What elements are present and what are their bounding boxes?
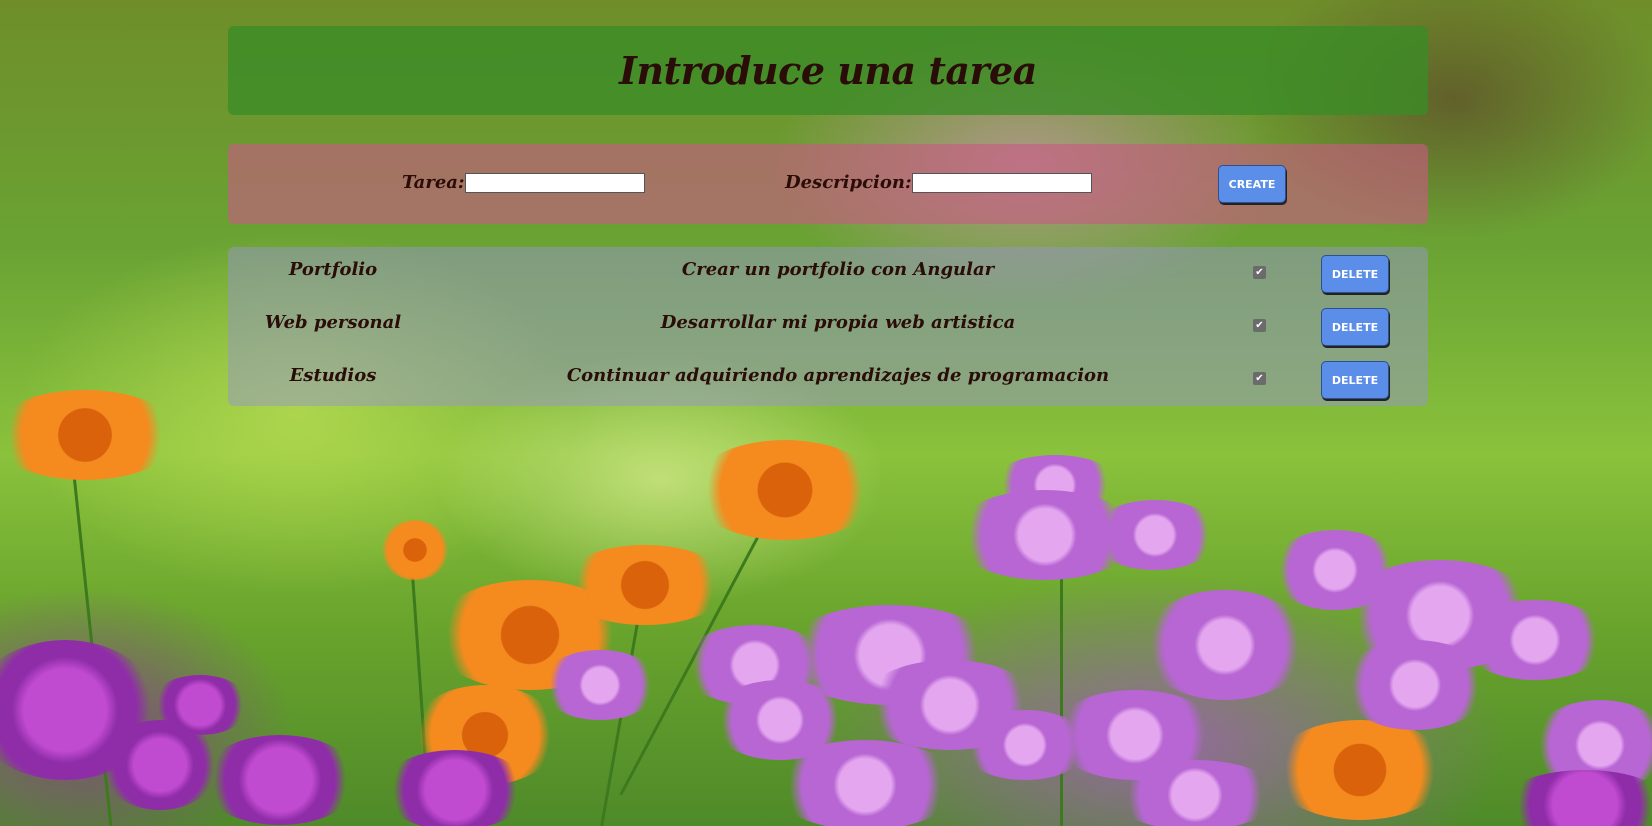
purple-flower [540,650,660,720]
task-row: Web personal Desarrollar mi propia web a… [228,300,1428,352]
task-checkbox[interactable]: ✔ [1253,372,1266,385]
page-title: Introduce una tarea [619,48,1037,93]
orange-flower [690,440,880,540]
task-title: Portfolio [288,259,378,280]
magenta-flower [380,750,530,826]
task-checkbox[interactable]: ✔ [1253,266,1266,279]
delete-button[interactable]: DELETE [1321,361,1389,399]
task-title: Estudios [289,365,377,386]
background-image [0,0,1652,826]
check-icon: ✔ [1255,320,1264,331]
description-label: Descripcion: [785,172,912,193]
title-panel: Introduce una tarea [228,26,1428,115]
check-icon: ✔ [1255,267,1264,278]
task-title: Web personal [264,312,402,333]
orange-flower [380,520,450,580]
task-list: Portfolio Crear un portfolio con Angular… [228,247,1428,406]
task-row: Portfolio Crear un portfolio con Angular… [228,247,1428,299]
purple-flower [1110,760,1280,826]
task-description: Continuar adquiriendo aprendizajes de pr… [566,365,1110,386]
purple-flower [1340,640,1490,730]
purple-flower [770,740,960,826]
description-field-group: Descripcion: [785,172,1092,193]
task-label: Tarea: [402,172,465,193]
delete-button[interactable]: DELETE [1321,255,1389,293]
purple-flower [1140,590,1310,700]
task-input[interactable] [464,172,645,193]
delete-button[interactable]: DELETE [1321,308,1389,346]
task-description: Desarrollar mi propia web artistica [660,312,1016,333]
magenta-flower [1500,770,1652,826]
orange-flower [1270,720,1450,820]
task-form: Tarea: Descripcion: CREATE [228,144,1428,224]
description-input[interactable] [911,172,1092,193]
magenta-flower [200,735,360,825]
task-checkbox[interactable]: ✔ [1253,319,1266,332]
task-row: Estudios Continuar adquiriendo aprendiza… [228,353,1428,405]
orange-flower [0,390,180,480]
task-description: Crear un portfolio con Angular [681,259,995,280]
task-field-group: Tarea: [402,172,645,193]
purple-flower [1090,500,1220,570]
magenta-flower [150,675,250,735]
check-icon: ✔ [1255,373,1264,384]
create-button[interactable]: CREATE [1218,165,1286,203]
